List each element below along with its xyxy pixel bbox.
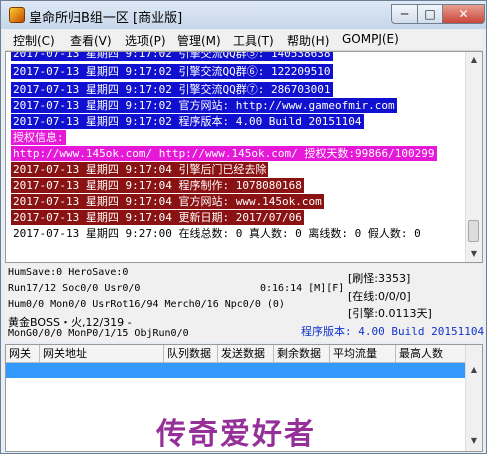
window-title: 皇命所归B组一区 [商业版] — [29, 11, 183, 26]
maximize-button[interactable]: □ — [417, 4, 443, 24]
log-line: 2017-07-13 星期四 9:17:04 引擎后门已经去除 — [11, 162, 269, 177]
column-sent[interactable]: 发送数据 — [218, 345, 274, 362]
scroll-up-icon[interactable]: ▲ — [466, 52, 482, 68]
column-address[interactable]: 网关地址 — [40, 345, 164, 362]
log-line: 授权信息: — [11, 130, 66, 145]
menu-view[interactable]: 查看(V) — [70, 32, 112, 49]
menu-gompj[interactable]: GOMPJ(E) — [342, 32, 399, 46]
scroll-thumb[interactable] — [468, 220, 479, 242]
log-line: 2017-07-13 星期四 9:17:04 程序制作: 1078080168 — [11, 178, 304, 193]
log-line: 2017-07-13 星期四 9:17:02 引擎交流QQ群⑦: 2867030… — [11, 82, 333, 97]
menu-tools[interactable]: 工具(T) — [233, 32, 274, 49]
scroll-up-icon[interactable]: ▲ — [466, 362, 482, 378]
log-line: 2017-07-13 星期四 9:17:02 引擎交流QQ群⑤: 1405386… — [11, 52, 333, 61]
status-online: [在线:0/0/0] — [348, 290, 411, 303]
status-engine: [引擎:0.0113天] — [348, 307, 432, 320]
log-scrollbar[interactable]: ▲ ▼ — [465, 52, 482, 262]
menu-help[interactable]: 帮助(H) — [287, 32, 329, 49]
column-remaining[interactable]: 剩余数据 — [274, 345, 330, 362]
menu-options[interactable]: 选项(P) — [125, 32, 166, 49]
table-row[interactable] — [6, 363, 466, 378]
status-refresh: [刷怪:3353] — [348, 272, 411, 285]
table-scrollbar[interactable]: ▲ ▼ — [465, 345, 482, 451]
watermark: 传奇爱好者 — [156, 417, 316, 452]
app-icon — [9, 7, 25, 23]
status-save: HumSave:0 HeroSave:0 — [8, 267, 129, 278]
log-line: 2017-07-13 星期四 9:17:04 更新日期: 2017/07/06 — [11, 210, 304, 225]
minimize-button[interactable]: ─ — [391, 4, 418, 24]
menu-manage[interactable]: 管理(M) — [177, 32, 221, 49]
menu-bar: 控制(C) 查看(V) 选项(P) 管理(M) 工具(T) 帮助(H) GOMP… — [5, 30, 483, 51]
app-window: 皇命所归B组一区 [商业版] ─ □ ✕ 控制(C) 查看(V) 选项(P) 管… — [0, 0, 487, 454]
log-line: 2017-07-13 星期四 9:17:04 官方网站: www.145ok.c… — [11, 194, 324, 209]
status-counts: Hum0/0 Mon0/0 UsrRot16/94 Merch0/16 Npc0… — [8, 299, 285, 310]
status-run: Run17/12 Soc0/0 Usr0/0 — [8, 283, 141, 294]
status-monsters: MonG0/0/0 MonP0/1/15 ObjRun0/0 — [8, 328, 189, 339]
menu-control[interactable]: 控制(C) — [13, 32, 55, 49]
log-panel[interactable]: 2017-07-13 星期四 9:17:02 引擎交流QQ群⑤: 1405386… — [5, 51, 483, 263]
scroll-down-icon[interactable]: ▼ — [466, 246, 482, 262]
log-line: 2017-07-13 星期四 9:17:02 引擎交流QQ群⑥: 1222095… — [11, 64, 333, 79]
close-button[interactable]: ✕ — [442, 4, 485, 24]
log-line: 2017-07-13 星期四 9:17:02 官方网站: http://www.… — [11, 98, 397, 113]
log-line: 2017-07-13 星期四 9:27:00 在线总数: 0 真人数: 0 离线… — [13, 227, 421, 240]
column-avg-traffic[interactable]: 平均流量 — [330, 345, 396, 362]
scroll-down-icon[interactable]: ▼ — [466, 433, 482, 449]
column-queue[interactable]: 队列数据 — [164, 345, 218, 362]
status-panel: HumSave:0 HeroSave:0 Run17/12 Soc0/0 Usr… — [5, 264, 485, 342]
column-max-users[interactable]: 最高人数 — [396, 345, 466, 362]
table-header: 网关 网关地址 队列数据 发送数据 剩余数据 平均流量 最高人数 — [6, 345, 466, 363]
title-bar[interactable]: 皇命所归B组一区 [商业版] ─ □ ✕ — [1, 1, 486, 29]
log-line: http://www.145ok.com/ http://www.145ok.c… — [11, 146, 437, 161]
program-version: 程序版本: 4.00 Build 20151104 — [301, 325, 485, 338]
column-gateway[interactable]: 网关 — [6, 345, 40, 362]
log-line: 2017-07-13 星期四 9:17:02 程序版本: 4.00 Build … — [11, 114, 364, 129]
status-uptime: 0:16:14 [M][F] — [260, 283, 345, 294]
